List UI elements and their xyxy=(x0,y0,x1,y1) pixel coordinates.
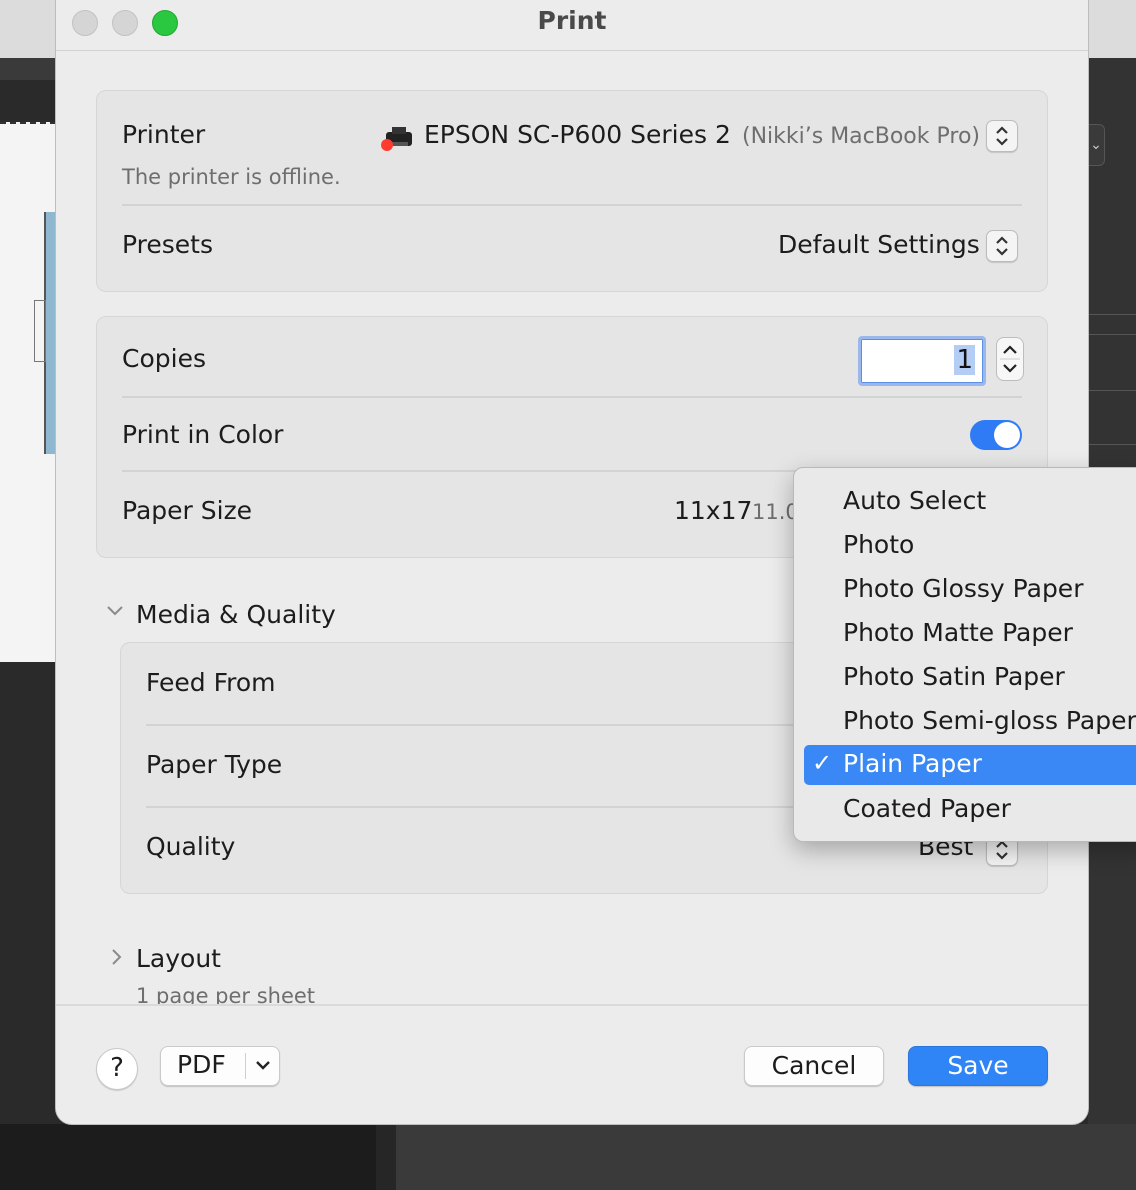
save-button[interactable]: Save xyxy=(908,1046,1048,1086)
menu-item-label: Photo Glossy Paper xyxy=(843,574,1084,603)
background-bottom-right xyxy=(396,1124,1136,1190)
presets-value[interactable]: Default Settings xyxy=(778,230,980,259)
menu-item-label: Coated Paper xyxy=(843,794,1011,823)
menu-item-photo-semi-gloss-paper[interactable]: Photo Semi-gloss Paper xyxy=(794,702,1136,742)
menu-item-label: Plain Paper xyxy=(843,749,982,778)
cancel-button[interactable]: Cancel xyxy=(744,1046,884,1086)
print-in-color-label: Print in Color xyxy=(122,420,284,449)
printer-status: The printer is offline. xyxy=(122,165,341,189)
chevron-down-icon xyxy=(256,1061,270,1070)
paper-size-detail: 11.0 xyxy=(752,500,799,524)
help-button[interactable]: ? xyxy=(96,1048,138,1090)
background-bottom-left xyxy=(0,1124,376,1190)
menu-item-photo[interactable]: Photo xyxy=(794,526,1136,566)
printer-select-chevrons-icon[interactable] xyxy=(986,120,1018,152)
dialog-title: Print xyxy=(537,6,607,35)
presets-chevrons-icon[interactable] xyxy=(986,230,1018,262)
paper-type-label: Paper Type xyxy=(146,750,283,779)
media-quality-section-title[interactable]: Media & Quality xyxy=(136,600,336,629)
stepper-arrows-icon xyxy=(1000,345,1020,373)
printer-label: Printer xyxy=(122,120,206,149)
chevron-down-icon[interactable] xyxy=(106,602,124,623)
background-panel-divider xyxy=(1088,444,1136,445)
dialog-footer: ? PDF Cancel Save xyxy=(56,1004,1088,1124)
copies-stepper[interactable] xyxy=(996,337,1024,381)
background-panel-divider xyxy=(1088,314,1136,315)
menu-item-coated-paper[interactable]: Coated Paper xyxy=(794,790,1136,830)
divider xyxy=(122,396,1022,398)
presets-label: Presets xyxy=(122,230,213,259)
menu-item-auto-select[interactable]: Auto Select xyxy=(794,482,1136,522)
title-bar: Print xyxy=(56,0,1088,51)
background-app-strip xyxy=(0,58,56,80)
background-app-bottom xyxy=(0,1124,1136,1190)
menu-item-label: Photo Matte Paper xyxy=(843,618,1073,647)
feed-from-label: Feed From xyxy=(146,668,276,697)
chevron-right-icon[interactable] xyxy=(110,948,124,971)
quality-label: Quality xyxy=(146,832,236,861)
paper-size-label: Paper Size xyxy=(122,496,253,525)
menu-item-plain-paper[interactable]: ✓ Plain Paper xyxy=(804,745,1136,785)
menu-item-photo-glossy-paper[interactable]: Photo Glossy Paper xyxy=(794,570,1136,610)
layout-section-title[interactable]: Layout xyxy=(136,944,221,973)
background-artwork-detail xyxy=(34,300,46,362)
printer-name: EPSON SC-P600 Series 2 xyxy=(424,120,731,149)
copies-label: Copies xyxy=(122,344,206,373)
printer-icon xyxy=(381,127,412,151)
pdf-divider xyxy=(245,1053,246,1079)
toggle-knob xyxy=(994,422,1020,448)
menu-item-label: Auto Select xyxy=(843,486,987,515)
menu-item-photo-satin-paper[interactable]: Photo Satin Paper xyxy=(794,658,1136,698)
menu-item-label: Photo Semi-gloss Paper xyxy=(843,706,1136,735)
background-panel-divider xyxy=(1088,334,1136,335)
copies-input[interactable]: 1 xyxy=(858,336,986,386)
divider xyxy=(122,204,1022,206)
background-chevron-down-icon: ⌄ xyxy=(1088,124,1105,166)
print-in-color-toggle[interactable] xyxy=(970,420,1022,450)
background-panel-divider xyxy=(1088,390,1136,391)
menu-item-photo-matte-paper[interactable]: Photo Matte Paper xyxy=(794,614,1136,654)
pdf-menu-button[interactable]: PDF xyxy=(160,1046,280,1086)
copies-value: 1 xyxy=(954,345,975,375)
pdf-label: PDF xyxy=(177,1050,226,1079)
paper-type-popup-menu: Auto Select Photo Photo Glossy Paper Pho… xyxy=(793,467,1136,842)
paper-size-value[interactable]: 11x17 xyxy=(674,496,752,525)
menu-item-label: Photo xyxy=(843,530,915,559)
checkmark-icon: ✓ xyxy=(812,749,833,777)
printer-host: (Nikki’s MacBook Pro) xyxy=(742,124,980,149)
menu-item-label: Photo Satin Paper xyxy=(843,662,1065,691)
